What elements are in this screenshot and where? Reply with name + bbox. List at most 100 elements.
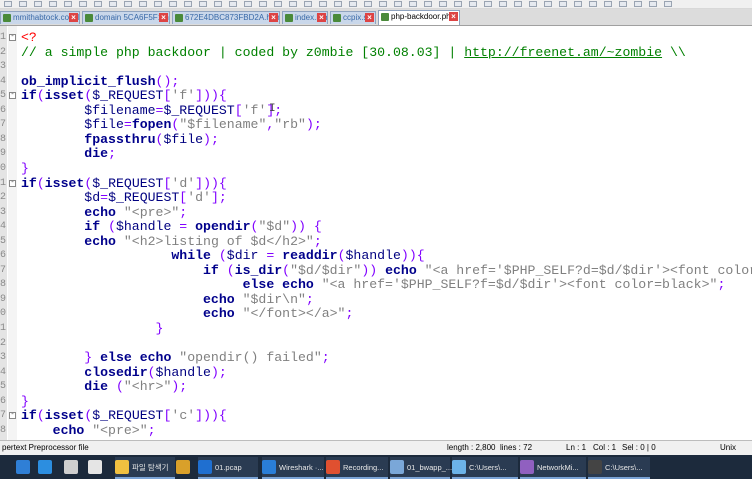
toolbar-button[interactable] bbox=[664, 1, 672, 7]
code-token: = bbox=[100, 190, 109, 206]
taskbar-item-label: 파일 탐색기 bbox=[132, 462, 169, 472]
code-token: ( bbox=[36, 408, 45, 424]
taskbar-item[interactable]: Recording... bbox=[326, 457, 388, 479]
taskbar-item[interactable]: Wireshark ·... bbox=[262, 457, 324, 479]
toolbar-button[interactable] bbox=[634, 1, 642, 7]
file-saved-icon bbox=[381, 13, 389, 21]
toolbar-button[interactable] bbox=[19, 1, 27, 7]
toolbar-button[interactable] bbox=[604, 1, 612, 7]
taskbar-item[interactable]: 파일 탐색기 bbox=[115, 457, 175, 479]
code-token: ( bbox=[337, 248, 346, 264]
toolbar-button[interactable] bbox=[34, 1, 42, 7]
start-button[interactable] bbox=[0, 455, 14, 479]
fold-toggle-icon[interactable]: - bbox=[9, 179, 16, 187]
toolbar-button[interactable] bbox=[424, 1, 432, 7]
toolbar-button[interactable] bbox=[289, 1, 297, 7]
taskbar-item-label: Wireshark ·... bbox=[279, 462, 324, 472]
code-token: 'f' bbox=[242, 102, 267, 118]
taskbar-item[interactable]: C:\Users\... bbox=[588, 457, 650, 479]
taskbar-item[interactable]: C:\Users\... bbox=[452, 457, 518, 479]
code-token: fpassthru bbox=[21, 131, 156, 147]
editor-tab[interactable]: ccpix.sh × bbox=[330, 11, 376, 24]
code-token: $dir bbox=[226, 248, 259, 264]
toolbar-button[interactable] bbox=[469, 1, 477, 7]
toolbar-button[interactable] bbox=[94, 1, 102, 7]
toolbar-button[interactable] bbox=[649, 1, 657, 7]
toolbar-button[interactable] bbox=[364, 1, 372, 7]
toolbar-button[interactable] bbox=[319, 1, 327, 7]
toolbar-button[interactable] bbox=[199, 1, 207, 7]
code-token: ; bbox=[313, 233, 322, 249]
close-icon[interactable]: × bbox=[269, 13, 278, 22]
toolbar-button[interactable] bbox=[109, 1, 117, 7]
toolbar-button[interactable] bbox=[499, 1, 507, 7]
toolbar-button[interactable] bbox=[334, 1, 342, 7]
toolbar-button[interactable] bbox=[184, 1, 192, 7]
toolbar-button[interactable] bbox=[244, 1, 252, 7]
taskbar-item[interactable] bbox=[38, 457, 58, 477]
code-token: ; bbox=[321, 350, 330, 366]
editor-tab[interactable]: domain 5CA6F5F1.html× bbox=[82, 11, 170, 24]
toolbar-button[interactable] bbox=[214, 1, 222, 7]
toolbar-button[interactable] bbox=[394, 1, 402, 7]
toolbar-button[interactable] bbox=[139, 1, 147, 7]
close-icon[interactable]: × bbox=[69, 13, 78, 22]
code-token: \\ bbox=[662, 44, 686, 60]
toolbar-button[interactable] bbox=[259, 1, 267, 7]
toolbar-button[interactable] bbox=[304, 1, 312, 7]
toolbar-button[interactable] bbox=[484, 1, 492, 7]
toolbar-button[interactable] bbox=[64, 1, 72, 7]
code-token: else echo bbox=[21, 277, 322, 293]
toolbar-button[interactable] bbox=[574, 1, 582, 7]
toolbar-button[interactable] bbox=[124, 1, 132, 7]
toolbar-button[interactable] bbox=[169, 1, 177, 7]
toolbar-button[interactable] bbox=[619, 1, 627, 7]
editor-tab[interactable]: mmithabtock.com.html× bbox=[0, 11, 80, 24]
file-saved-icon bbox=[285, 14, 293, 22]
toolbar-button[interactable] bbox=[229, 1, 237, 7]
close-icon[interactable]: × bbox=[449, 12, 458, 21]
toolbar-button[interactable] bbox=[559, 1, 567, 7]
toolbar-button[interactable] bbox=[79, 1, 87, 7]
toolbar-button[interactable] bbox=[529, 1, 537, 7]
toolbar-button[interactable] bbox=[544, 1, 552, 7]
editor-tab[interactable]: index.html × bbox=[282, 11, 328, 24]
taskbar-item[interactable]: 01_bwapp_... bbox=[390, 457, 452, 479]
taskbar-item[interactable]: NetworkMi... bbox=[520, 457, 586, 479]
toolbar-button[interactable] bbox=[349, 1, 357, 7]
editor-tab[interactable]: 672E4DBC873FBD2A.html × bbox=[172, 11, 280, 24]
toolbar-button[interactable] bbox=[154, 1, 162, 7]
wireshark-icon bbox=[262, 460, 276, 474]
file-saved-icon bbox=[175, 14, 183, 22]
taskbar-item[interactable] bbox=[64, 457, 84, 477]
line-number: 8 bbox=[0, 424, 6, 436]
code-token: echo bbox=[21, 422, 93, 438]
taskbar-item-label: Recording... bbox=[343, 462, 384, 472]
toolbar-button[interactable] bbox=[274, 1, 282, 7]
editor-tab[interactable]: php-backdoor.php × bbox=[378, 10, 460, 25]
toolbar-button[interactable] bbox=[439, 1, 447, 7]
code-editor[interactable]: 1- <? 2// a simple php backdoor | coded by… bbox=[0, 26, 752, 440]
close-icon[interactable]: × bbox=[159, 13, 168, 22]
code-token: echo bbox=[385, 262, 425, 278]
fold-toggle-icon[interactable]: - bbox=[9, 92, 16, 100]
close-icon[interactable]: × bbox=[317, 13, 326, 22]
taskbar-item-label: C:\Users\... bbox=[469, 462, 507, 472]
code-token: )){ bbox=[400, 248, 425, 264]
toolbar-button[interactable] bbox=[4, 1, 12, 7]
taskbar-item[interactable] bbox=[88, 457, 110, 477]
toolbar-button[interactable] bbox=[454, 1, 462, 7]
toolbar-button[interactable] bbox=[409, 1, 417, 7]
notepad-icon bbox=[390, 460, 404, 474]
close-icon[interactable]: × bbox=[365, 13, 374, 22]
toolbar-button[interactable] bbox=[49, 1, 57, 7]
taskbar-item[interactable] bbox=[176, 457, 194, 477]
taskbar-item[interactable]: 01.pcap bbox=[198, 457, 258, 479]
taskbar-item[interactable] bbox=[16, 457, 34, 477]
fold-toggle-icon[interactable]: - bbox=[9, 412, 16, 420]
toolbar-button[interactable] bbox=[589, 1, 597, 7]
toolbar-button[interactable] bbox=[379, 1, 387, 7]
toolbar-button[interactable] bbox=[514, 1, 522, 7]
fold-toggle-icon[interactable]: - bbox=[9, 34, 16, 41]
taskbar-item-label: NetworkMi... bbox=[537, 462, 579, 472]
